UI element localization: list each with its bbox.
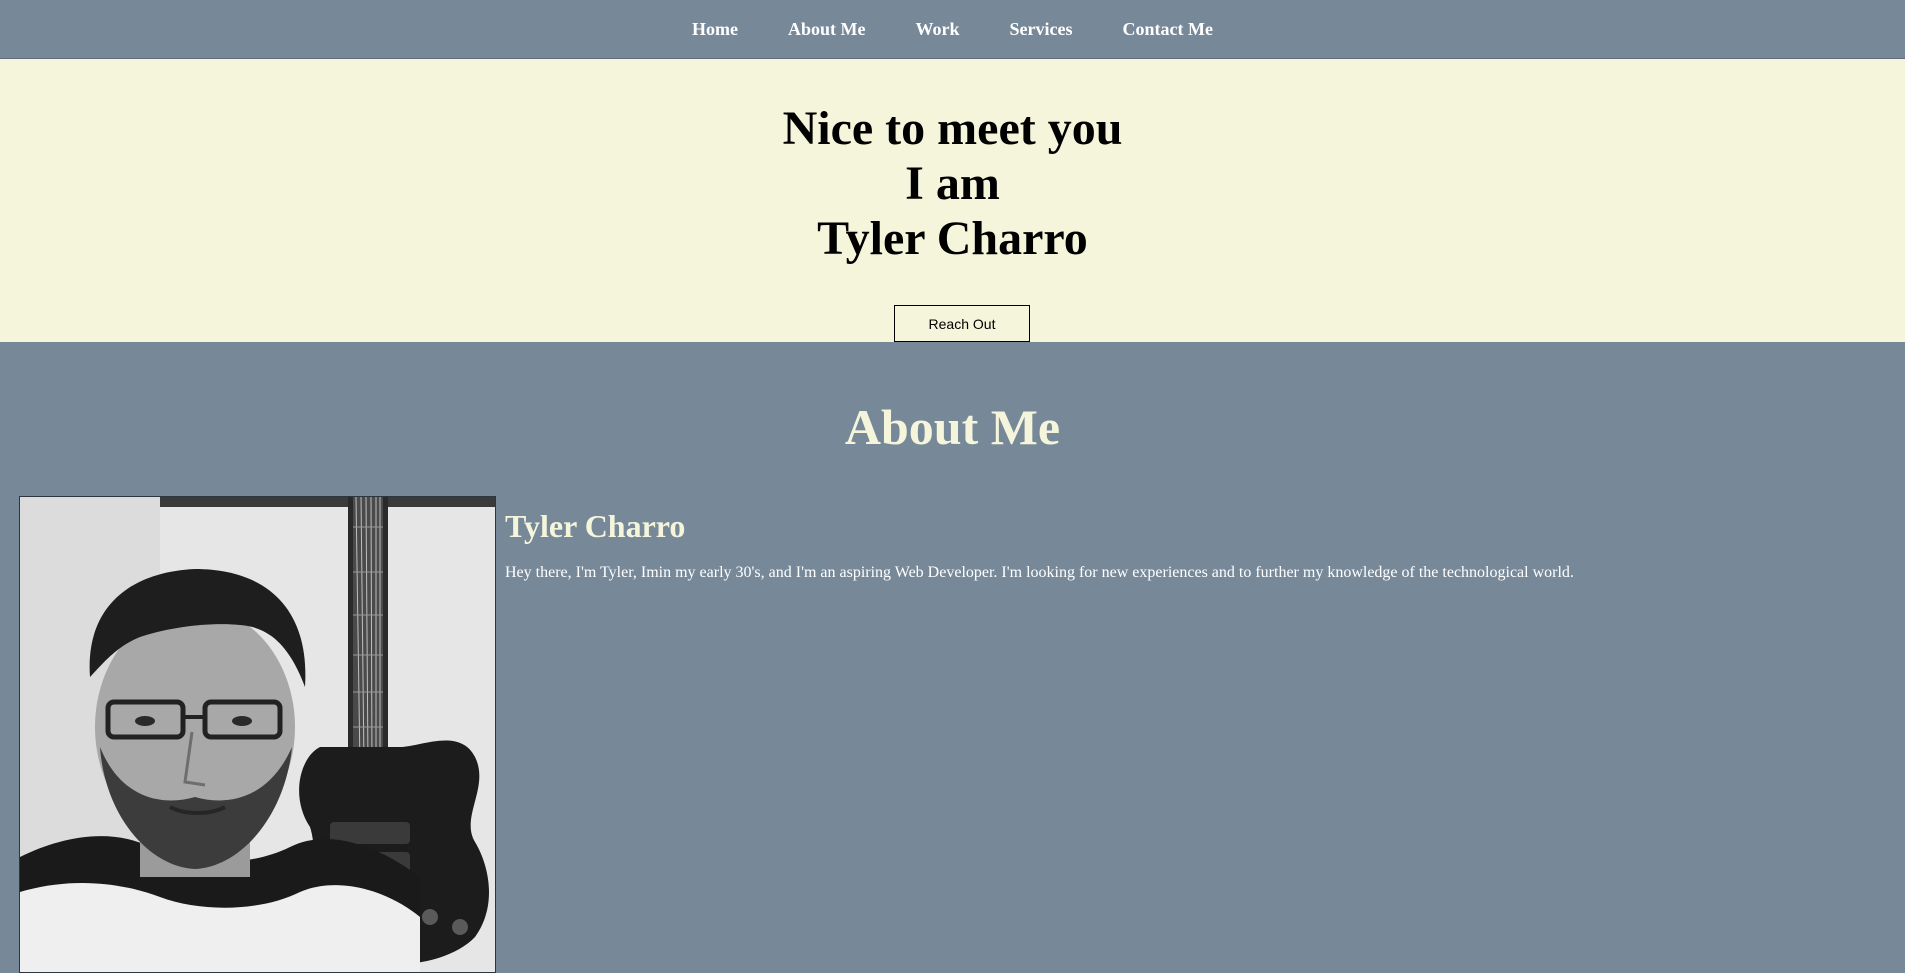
about-section: About Me Tyler Charro Hey there, I'm Tyl… [0,342,1905,973]
bio-text: Hey there, I'm Tyler, Imin my early 30's… [505,564,1574,581]
profile-photo-illustration [20,497,495,972]
nav-link-contact-me[interactable]: Contact Me [1123,19,1213,40]
reach-out-button[interactable]: Reach Out [894,305,1030,342]
hero-greeting: Nice to meet you [782,102,1123,155]
bio-name: Tyler Charro [505,508,686,544]
top-navbar: Home About Me Work Services Contact Me [0,0,1905,59]
hero-section: Nice to meet you I am Tyler Charro Reach… [0,59,1905,342]
nav-link-home[interactable]: Home [692,19,738,40]
hero-name: Tyler Charro [817,212,1088,265]
profile-photo [19,496,496,973]
nav-link-services[interactable]: Services [1010,19,1073,40]
nav-link-about-me[interactable]: About Me [788,19,866,40]
nav-link-work[interactable]: Work [916,19,960,40]
about-heading: About Me [844,399,1061,455]
hero-intro: I am [905,157,1000,210]
